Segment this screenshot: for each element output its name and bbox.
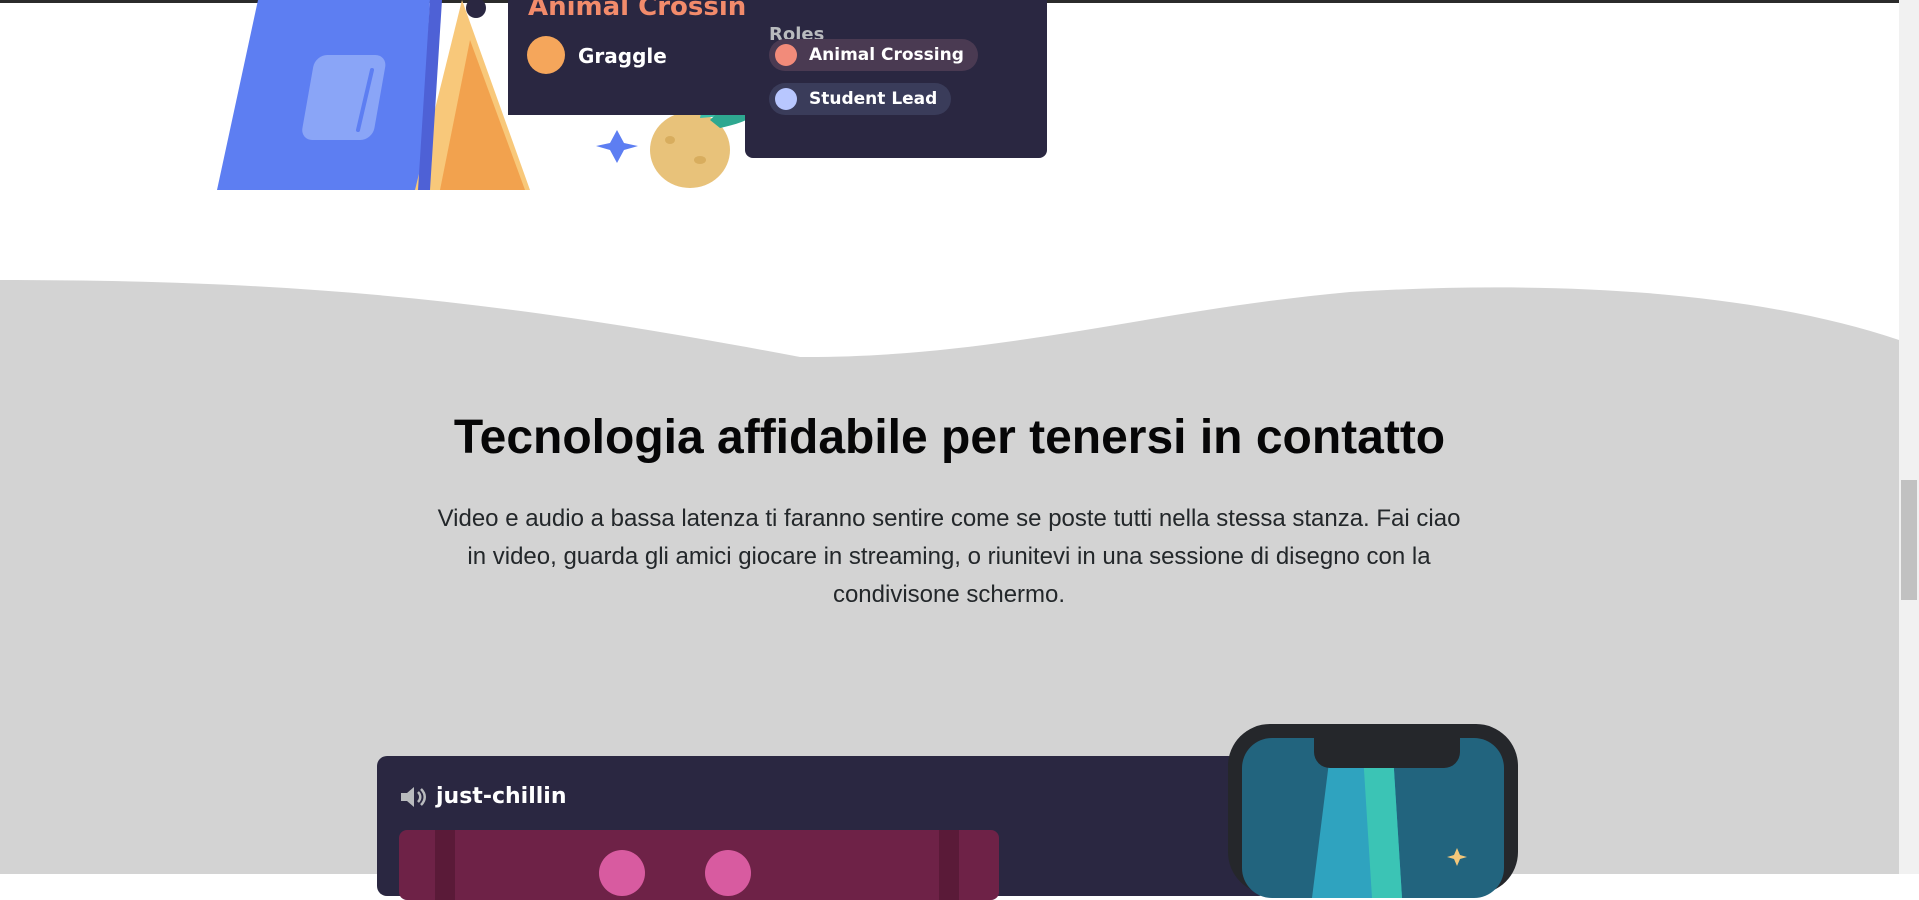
role-color-dot <box>775 44 797 66</box>
avatar <box>527 36 565 74</box>
video-tile <box>399 830 999 900</box>
scrollbar-thumb[interactable] <box>1901 480 1917 600</box>
role-label: Student Lead <box>809 89 938 109</box>
page-scrollbar[interactable] <box>1899 0 1919 874</box>
phone-notch <box>1314 738 1460 768</box>
user-name: Graggle <box>578 44 667 68</box>
role-pill-animal-crossing: Animal Crossing <box>769 39 978 71</box>
server-channel-card: Animal Crossing Graggle <box>508 0 768 115</box>
voice-channel-card: just-chillin <box>377 756 1268 900</box>
phone-screen <box>1242 738 1504 898</box>
phone-illustration <box>1228 724 1518 898</box>
sparkle-icon <box>596 130 638 163</box>
wave-divider <box>0 280 1899 358</box>
roles-card: Roles Animal Crossing Student Lead <box>745 0 1047 158</box>
role-color-dot <box>775 88 797 110</box>
speaker-icon <box>401 787 426 807</box>
section-description: Video e audio a bassa latenza ti faranno… <box>437 505 1461 608</box>
role-pill-student-lead: Student Lead <box>769 83 952 115</box>
voice-channel-name: just-chillin <box>436 784 567 809</box>
role-label: Animal Crossing <box>809 45 964 65</box>
section-headline: Tecnologia affidabile per tenersi in con… <box>453 411 1446 464</box>
channel-name: Animal Crossing <box>528 0 765 22</box>
